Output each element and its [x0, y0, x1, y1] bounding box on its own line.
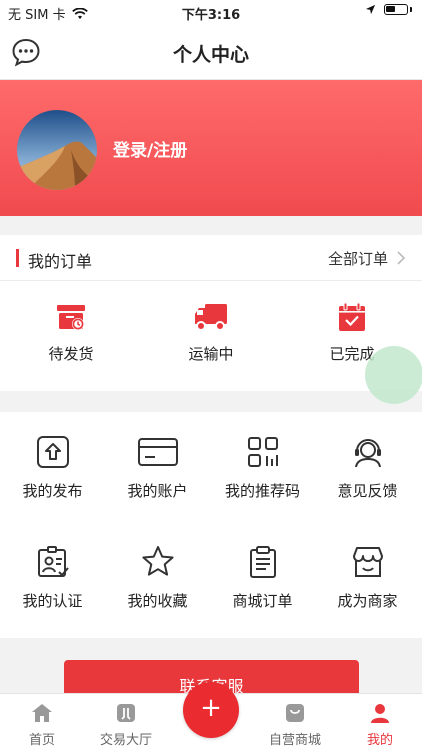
battery-tip [410, 7, 412, 12]
service-my-verification[interactable]: 我的认证 [0, 544, 105, 611]
card-icon [137, 438, 178, 466]
tab-label: 首页 [28, 733, 55, 748]
nav-bar: 个人中心 [0, 24, 422, 80]
chevron-right-icon[interactable] [394, 251, 408, 265]
avatar-image [17, 110, 97, 190]
service-label: 商城订单 [232, 592, 293, 610]
tab-self-mall[interactable]: 自营商城 [253, 701, 337, 748]
shopping-bag-icon [286, 704, 304, 722]
tab-trade-hall[interactable]: 交易大厅 [84, 701, 168, 748]
battery-icon [384, 4, 408, 15]
login-register-link[interactable]: 登录/注册 [113, 136, 187, 161]
service-mall-orders[interactable]: 商城订单 [210, 544, 315, 611]
clipboard-icon [249, 546, 276, 578]
status-right [365, 4, 412, 15]
tab-mine[interactable]: 我的 [338, 701, 422, 748]
service-label: 我的推荐码 [224, 482, 300, 500]
service-label: 我的认证 [22, 592, 83, 610]
service-my-favorites[interactable]: 我的收藏 [105, 544, 210, 611]
trade-hall-icon [117, 704, 135, 722]
headset-icon [354, 439, 381, 468]
service-my-account[interactable]: 我的账户 [105, 434, 210, 501]
service-my-publish[interactable]: 我的发布 [0, 434, 105, 501]
tab-label: 我的 [366, 733, 393, 748]
order-pending-ship-label: 待发货 [48, 345, 94, 363]
all-orders-link[interactable]: 全部订单 [328, 248, 388, 269]
orders-title: 我的订单 [28, 252, 93, 271]
orders-header: 我的订单 全部订单 [0, 235, 422, 281]
order-in-transit[interactable]: 运输中 [161, 301, 261, 364]
star-icon [141, 546, 174, 576]
avatar[interactable] [17, 110, 97, 190]
order-pending-ship[interactable]: 待发货 [21, 301, 121, 364]
service-referral-code[interactable]: 我的推荐码 [210, 434, 315, 501]
truck-icon [195, 304, 227, 331]
calendar-check-icon [339, 302, 365, 331]
floating-assistive-button[interactable] [365, 346, 422, 404]
service-label: 我的收藏 [127, 592, 188, 610]
section-accent-bar [16, 249, 19, 267]
service-label: 意见反馈 [337, 482, 398, 500]
page-title: 个人中心 [172, 44, 249, 66]
add-post-button[interactable]: + [183, 682, 239, 738]
pending-ship-icon [57, 305, 85, 330]
order-status-row: 待发货 运输中 已完成 [0, 281, 422, 391]
service-feedback[interactable]: 意见反馈 [315, 434, 420, 501]
status-time: 下午3:16 [181, 8, 241, 23]
services-grid: 我的发布 我的账户 我的推荐码 意见反馈 我的认证 我的收藏 商城订单 成为商家 [0, 412, 422, 638]
person-icon [371, 704, 389, 723]
status-bar: 无 SIM 卡 下午3:16 [0, 0, 422, 24]
location-arrow-icon [365, 4, 376, 15]
tab-label: 自营商城 [268, 733, 321, 748]
publish-icon [36, 436, 69, 468]
qrcode-icon [247, 437, 278, 467]
service-label: 成为商家 [337, 592, 398, 610]
id-card-icon [37, 546, 69, 577]
plus-icon: + [200, 693, 222, 723]
home-icon [32, 704, 52, 722]
tab-home[interactable]: 首页 [0, 701, 84, 748]
tab-label: 交易大厅 [99, 733, 152, 748]
service-label: 我的发布 [22, 482, 83, 500]
service-label: 我的账户 [127, 482, 188, 500]
store-icon [352, 547, 383, 577]
service-become-merchant[interactable]: 成为商家 [315, 544, 420, 611]
profile-header: 登录/注册 [0, 80, 422, 216]
order-in-transit-label: 运输中 [188, 345, 234, 363]
